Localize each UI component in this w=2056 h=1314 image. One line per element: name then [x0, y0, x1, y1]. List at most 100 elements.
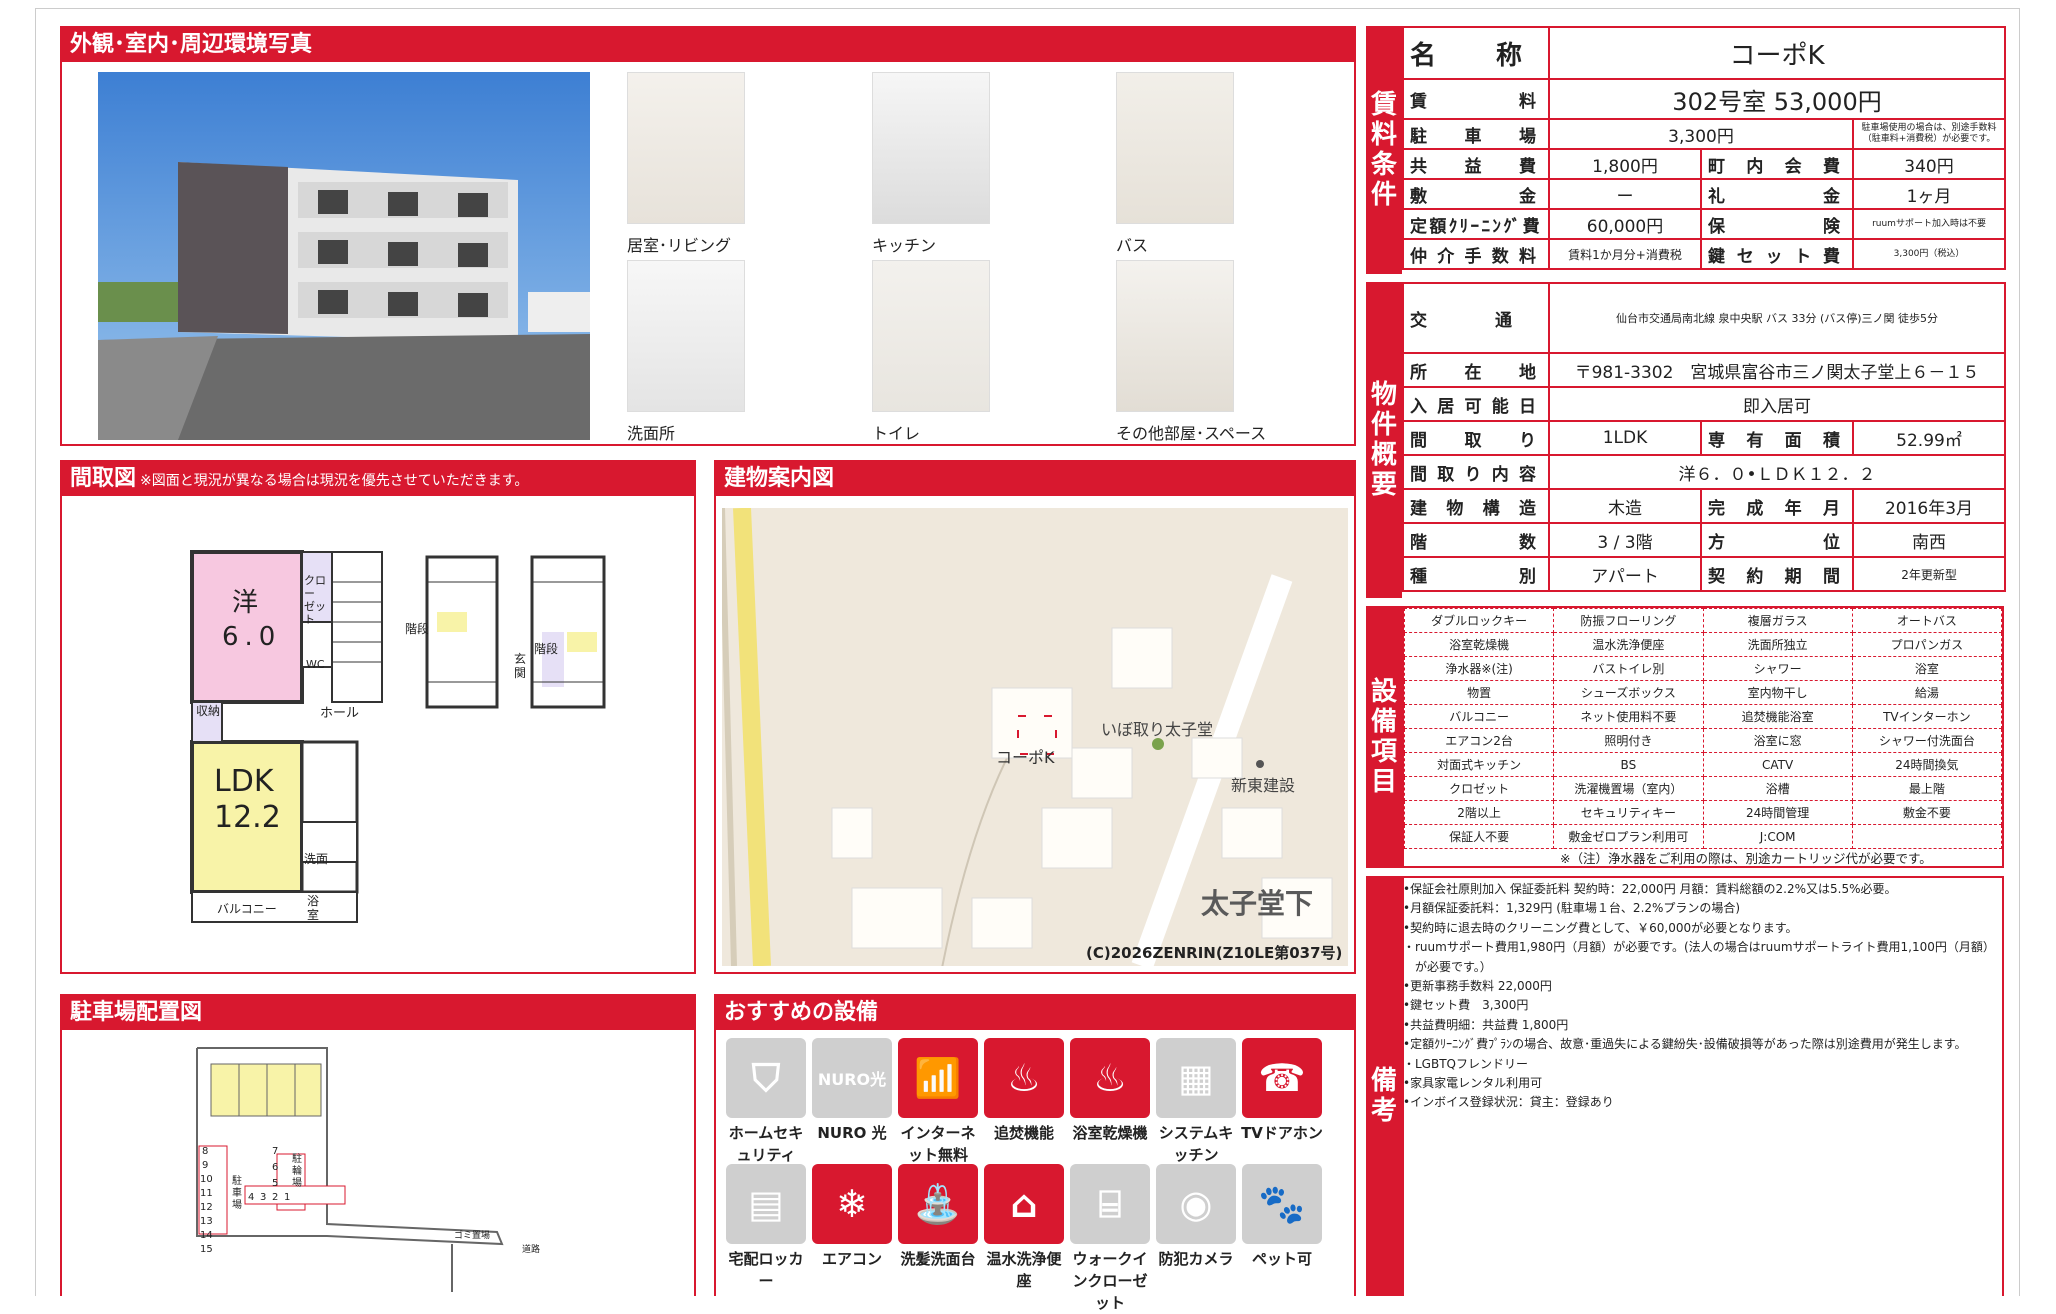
equipment-item: プロパンガス [1851, 632, 2003, 657]
intercom-icon: ☎ [1242, 1038, 1322, 1118]
parking-number: 10 [200, 1174, 213, 1185]
wifi-icon: 📶 [898, 1038, 978, 1118]
recommend-item-label: NURO 光 [817, 1124, 887, 1142]
structure-value: 木造 [1548, 488, 1702, 524]
parking-fee-key: 駐車場 [1402, 118, 1550, 150]
rent-table: 名称 コーポK 賃料 302号室 53,000円 駐車場 3,300円 駐車場使用の場合… [1402, 26, 2007, 270]
rent-side-label: 賃料条件 [1366, 26, 1402, 274]
equipment-item: 保証人不要 [1403, 824, 1555, 849]
washroom-label: 洗面 [304, 852, 329, 866]
stairs-label: 階段 [405, 622, 430, 636]
aircon-icon: ❄ [812, 1164, 892, 1244]
move-in-key: 入居可能日 [1402, 386, 1550, 422]
other-room-photo [1116, 260, 1234, 412]
equipment-item: 最上階 [1851, 776, 2003, 801]
garbage-label: ゴミ置場 [454, 1231, 491, 1241]
equipment-item: 対面式キッチン [1403, 752, 1555, 777]
living-photo [627, 72, 745, 224]
remark-line: •家具家電レンタル利用可 [1403, 1076, 1543, 1091]
bath-photo [1116, 72, 1234, 224]
floorplan-header: 間取図 ※図面と現況が異なる場合は現況を優先させていただきます。 [62, 462, 694, 496]
remarks-side-label: 備考 [1366, 876, 1402, 1296]
map-landmark-label: 新東建設 [1231, 776, 1296, 795]
key-money-value: 1ヶ月 [1851, 178, 2007, 210]
parking-number: 1 [284, 1192, 291, 1203]
direction-key: 方位 [1700, 522, 1854, 558]
deposit-key: 敷金 [1402, 178, 1550, 210]
floors-value: 3 / 3階 [1548, 522, 1702, 558]
equipment-item: 洗面所独立 [1702, 632, 1853, 657]
layout-detail-key: 間取り内容 [1402, 454, 1550, 490]
equipment-side-label: 設備項目 [1366, 606, 1402, 868]
overview-table: 交通 仙台市交通局南北線 泉中央駅 バス 33分 (バス停)三ノ関 徒歩5分 所在… [1402, 282, 2007, 592]
map-copyright: (C)2026ZENRIN(Z10LE第037号) [1086, 944, 1343, 962]
locker-icon: ▤ [726, 1164, 806, 1244]
name-key: 名称 [1402, 26, 1550, 80]
remark-line: ・LGBTQフレンドリー [1403, 1056, 1528, 1071]
recommend-header: おすすめの設備 [716, 996, 1354, 1030]
recommend-item-label: ペット可 [1251, 1250, 1312, 1268]
recommend-item-label: インターネット無料 [900, 1124, 976, 1164]
parking-lot-label: 駐車場 [232, 1176, 242, 1211]
recommend-item-label: 洗髪洗面台 [900, 1250, 976, 1268]
bike-parking-label: 駐輪場 [292, 1154, 302, 1189]
equipment-item: BS [1553, 752, 1704, 777]
type-value: アパート [1548, 556, 1702, 592]
paw-icon: 🐾 [1242, 1164, 1322, 1244]
entrance-label: 玄関 [514, 652, 527, 680]
rent-value: 302号室 53,000円 [1547, 78, 2007, 120]
map-landmark-label: いぼ取り太子堂 [1101, 720, 1214, 739]
shield-icon: ⛉ [726, 1038, 806, 1118]
exterior-photo [98, 72, 590, 440]
equipment-item: エアコン2台 [1403, 728, 1555, 753]
remark-line: •更新事務手数料 22,000円 [1403, 979, 1552, 994]
recommend-item-label: 温水洗浄便座 [986, 1250, 1062, 1290]
parking-number: 11 [200, 1188, 213, 1199]
remark-line: •共益費明細：共益費 1,800円 [1403, 1017, 1569, 1032]
equipment-item: 敷金不要 [1851, 800, 2003, 825]
equipment-item: シャワー付洗面台 [1851, 728, 2003, 753]
floorplan-panel: 間取図 ※図面と現況が異なる場合は現況を優先させていただきます。 洋 6.0 クロ… [60, 460, 696, 974]
photo-caption: 居室･リビング [627, 236, 732, 255]
bath-label: 浴室 [307, 894, 320, 922]
common-fee-key: 共益費 [1402, 148, 1550, 180]
insurance-value: ruumサポート加入時は不要 [1851, 208, 2007, 240]
built-key: 完成年月 [1700, 488, 1854, 524]
photo-caption: バス [1116, 236, 1149, 255]
map-panel: 建物案内図 コーポK いぼ取り太子堂 新東建設 太子堂下 (C)2026ZENR… [714, 460, 1356, 974]
balcony-label: バルコニー [217, 902, 277, 916]
bathtub-icon: ♨ [984, 1038, 1064, 1118]
parking-number: 12 [200, 1202, 213, 1213]
town-fee-value: 340円 [1851, 148, 2007, 180]
bath-dryer-icon: ♨ [1070, 1038, 1150, 1118]
remark-line: が必要です。） [1403, 959, 1492, 974]
equipment-item: セキュリティキー [1553, 800, 1704, 825]
equipment-item: シャワー [1702, 656, 1853, 681]
room-western-label: 洋 [232, 588, 259, 618]
map-area-label: 太子堂下 [1201, 887, 1314, 920]
parking-panel: 駐車場配置図 8 9 10 11 12 13 14 15 7 6 5 4 3 2… [60, 994, 696, 1296]
equipment-item: 浴室乾燥機 [1403, 632, 1555, 657]
photo-caption: その他部屋･スペース [1116, 424, 1267, 443]
parking-fee-value: 3,300円 [1548, 118, 1854, 150]
area-key: 専有面積 [1700, 420, 1854, 456]
equipment-item: 追焚機能浴室 [1702, 704, 1853, 729]
parking-number: 13 [200, 1216, 213, 1227]
closet-icon: ⌸ [1070, 1164, 1150, 1244]
equipment-item: J:COM [1702, 824, 1853, 849]
recommend-item-label: エアコン [821, 1250, 882, 1268]
camera-icon: ◉ [1156, 1164, 1236, 1244]
photo-caption: トイレ [872, 424, 921, 443]
toilet-photo [872, 260, 990, 412]
parking-number: 7 [272, 1146, 279, 1157]
key-set-value: 3,300円（税込） [1851, 238, 2007, 270]
parking-map [196, 1047, 504, 1292]
parking-number: 3 [260, 1192, 267, 1203]
parking-number: 9 [202, 1160, 209, 1171]
parking-number: 4 [248, 1192, 255, 1203]
equipment-item: 2階以上 [1403, 800, 1555, 825]
recommend-item-label: 宅配ロッカー [728, 1250, 804, 1290]
storage-label: 収納 [196, 704, 221, 718]
equipment-item: オートバス [1851, 608, 2003, 633]
equipment-item: 敷金ゼロプラン利用可 [1553, 824, 1704, 849]
